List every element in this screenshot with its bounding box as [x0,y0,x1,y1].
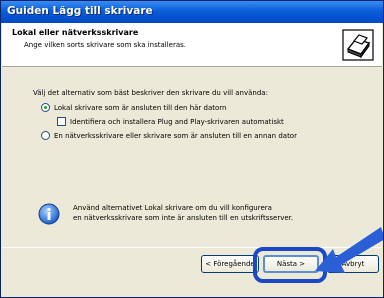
title-bar[interactable]: Guiden Lägg till skrivare [1,1,383,23]
page-title: Lokal eller nätverksskrivare [12,28,139,37]
page-subtitle: Ange vilken sorts skrivare som ska insta… [24,41,187,49]
radio-network-printer[interactable] [41,131,50,140]
info-text: Använd alternativet Lokal skrivare om du… [73,203,293,223]
radio-local-printer[interactable] [41,103,50,112]
intro-text: Välj det alternativ som bäst beskriver d… [33,89,268,97]
wizard-header: Lokal eller nätverksskrivare Ange vilken… [2,23,382,67]
printer-icon [342,29,374,61]
option-plug-and-play-label: Identifiera och installera Plug and Play… [70,117,284,126]
pointer-arrow-icon [315,227,383,273]
checkbox-plug-and-play[interactable] [57,117,66,126]
window-title: Guiden Lägg till skrivare [7,5,153,17]
option-network-printer-label: En nätverksskrivare eller skrivare som ä… [54,131,297,140]
info-icon [38,203,60,225]
info-line: en nätverksskrivare som inte är ansluten… [73,214,294,222]
option-local-printer[interactable]: Lokal skrivare som är ansluten till den … [41,103,227,112]
back-button[interactable]: < Föregående [201,255,259,273]
info-line: Använd alternativet Lokal skrivare om du… [73,204,272,212]
add-printer-wizard-window: Guiden Lägg till skrivare Lokal eller nä… [0,0,384,298]
option-local-printer-label: Lokal skrivare som är ansluten till den … [54,103,227,112]
option-plug-and-play[interactable]: Identifiera och installera Plug and Play… [57,117,284,126]
option-network-printer[interactable]: En nätverksskrivare eller skrivare som ä… [41,131,297,140]
